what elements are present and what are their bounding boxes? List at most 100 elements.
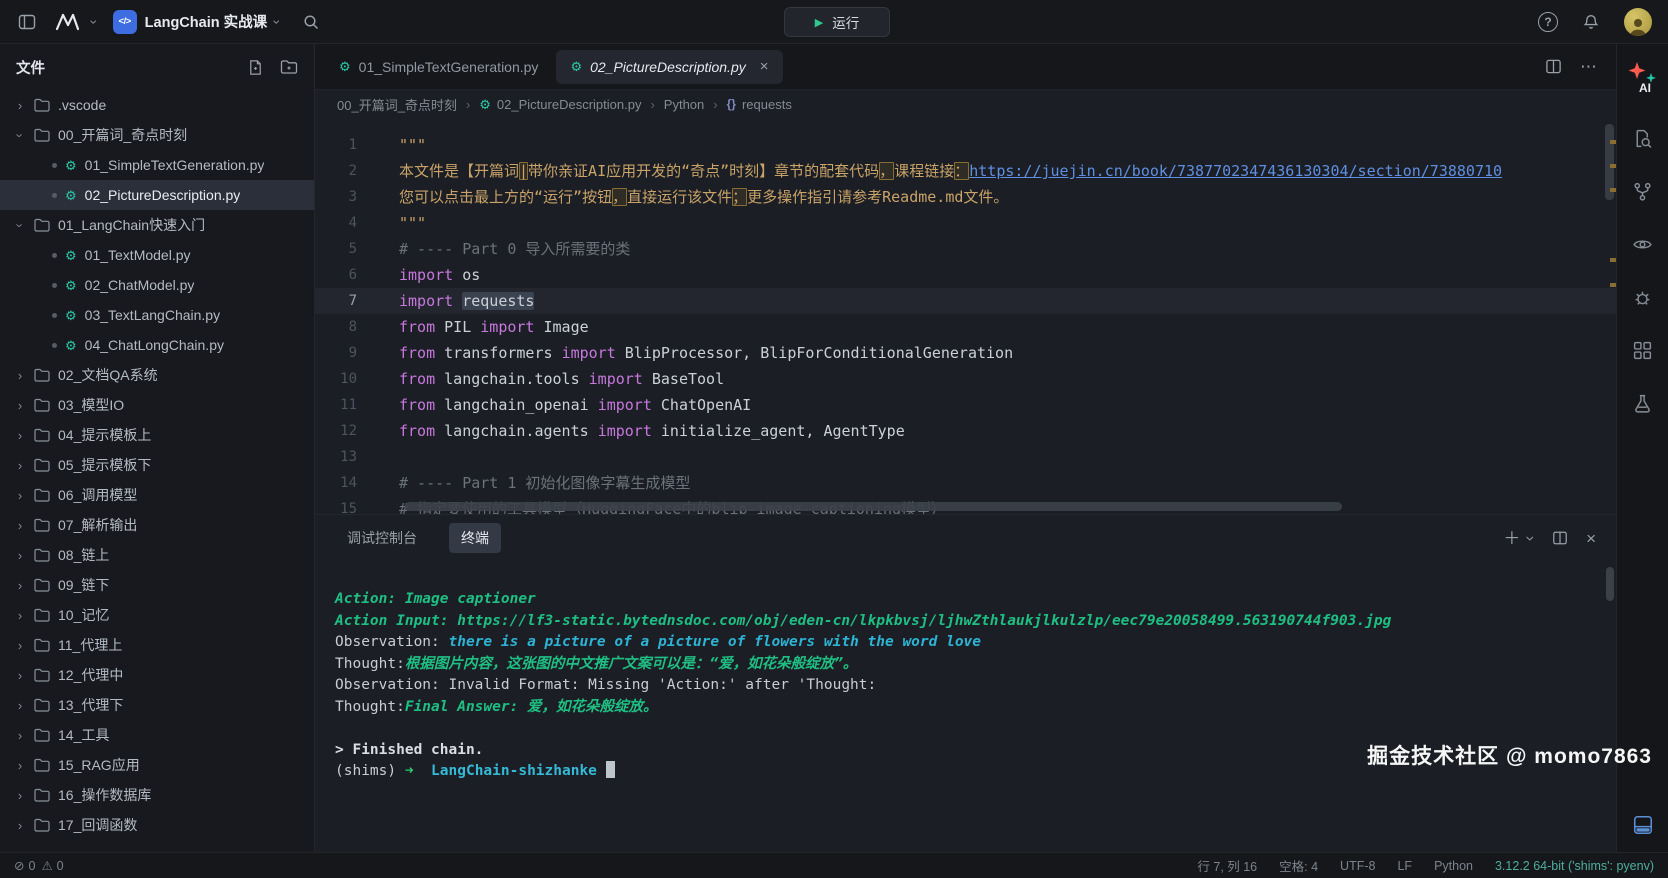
ai-assistant-icon[interactable]: AI [1625, 58, 1661, 98]
beaker-icon[interactable] [1630, 390, 1656, 416]
statusbar-item[interactable]: 行 7, 列 16 [1197, 856, 1257, 875]
warning-indicator[interactable]: ⚠ 0 [41, 858, 63, 873]
search-icon[interactable] [296, 7, 326, 37]
python-icon: ⚙ [65, 279, 77, 292]
folder-icon [34, 398, 50, 412]
tree-item-folder[interactable]: ›08_链上 [0, 540, 314, 570]
git-fork-icon[interactable] [1630, 178, 1656, 204]
code-line[interactable]: 1""" [315, 132, 1616, 158]
more-actions-icon[interactable]: ⋯ [1580, 57, 1598, 77]
code-line[interactable]: 8from PIL import Image [315, 314, 1616, 340]
terminal[interactable]: Action: Image captionerAction Input: htt… [315, 561, 1616, 852]
folder-icon [34, 638, 50, 652]
terminal-line: Action: Image captioner [335, 589, 1596, 611]
statusbar-item[interactable]: Python [1434, 859, 1473, 873]
statusbar-item[interactable]: UTF-8 [1340, 859, 1375, 873]
workspace-switcher[interactable]: </> LangChain 实战课 › [107, 6, 286, 38]
tree-item-label: 03_TextLangChain.py [85, 307, 220, 323]
tree-item-folder[interactable]: ›.vscode [0, 90, 314, 120]
bell-icon[interactable] [1576, 7, 1606, 37]
code-token: ChatOpenAI [652, 396, 751, 414]
code-line[interactable]: 3您可以点击最上方的“运行”按钮，直接运行该文件；更多操作指引请参考Readme… [315, 184, 1616, 210]
chevron-down-icon[interactable]: › [87, 19, 101, 24]
code-line[interactable]: 7import requests [315, 288, 1616, 314]
tree-item-folder[interactable]: ›14_工具 [0, 720, 314, 750]
problems-summary[interactable]: ⊘ 0 ⚠ 0 [14, 858, 64, 873]
tree-item-folder[interactable]: ›10_记忆 [0, 600, 314, 630]
tree-item-folder[interactable]: ›00_开篇词_奇点时刻 [0, 120, 314, 150]
statusbar-item[interactable]: 3.12.2 64-bit ('shims': pyenv) [1495, 859, 1654, 873]
tree-item-folder[interactable]: ›12_代理中 [0, 660, 314, 690]
code-line[interactable]: 13 [315, 444, 1616, 470]
code-line[interactable]: 4""" [315, 210, 1616, 236]
tree-item-folder[interactable]: ›04_提示模板上 [0, 420, 314, 450]
editor-tab[interactable]: ⚙02_PictureDescription.py× [556, 50, 782, 84]
editor-horizontal-scrollbar[interactable] [405, 502, 1342, 511]
help-icon[interactable]: ? [1538, 12, 1558, 32]
code-line[interactable]: 10from langchain.tools import BaseTool [315, 366, 1616, 392]
tree-item-folder[interactable]: ›06_调用模型 [0, 480, 314, 510]
new-file-icon[interactable] [247, 59, 264, 76]
terminal-scrollbar[interactable] [1606, 567, 1614, 601]
chevron-down-icon[interactable]: › [1523, 535, 1540, 541]
panel-tab[interactable]: 调试控制台 [335, 523, 429, 553]
code-token: os [453, 266, 480, 284]
editor-tab[interactable]: ⚙01_SimpleTextGeneration.py [325, 50, 552, 84]
code-editor[interactable]: 1"""2本文件是【开篇词|带你亲证AI应用开发的“奇点”时刻】章节的配套代码，… [315, 118, 1616, 514]
tree-item-folder[interactable]: ›11_代理上 [0, 630, 314, 660]
line-number: 15 [315, 496, 381, 514]
code-line[interactable]: 12from langchain.agents import initializ… [315, 418, 1616, 444]
tree-item-folder[interactable]: ›09_链下 [0, 570, 314, 600]
tree-item-folder[interactable]: ›02_文档QA系统 [0, 360, 314, 390]
statusbar-item[interactable]: 空格: 4 [1279, 856, 1318, 875]
tree-item-folder[interactable]: ›07_解析输出 [0, 510, 314, 540]
tree-item-folder[interactable]: ›17_回调函数 [0, 810, 314, 840]
app-logo-icon[interactable] [52, 7, 82, 37]
code-text: from transformers import BlipProcessor, … [399, 340, 1013, 366]
tree-item-file[interactable]: ⚙02_PictureDescription.py [0, 180, 314, 210]
panel-tab[interactable]: 终端 [449, 523, 501, 553]
tree-item-folder[interactable]: ›03_模型IO [0, 390, 314, 420]
sidebar-toggle-icon[interactable] [12, 7, 42, 37]
file-search-icon[interactable] [1630, 125, 1656, 151]
split-panel-icon[interactable] [1552, 530, 1568, 546]
eye-icon[interactable] [1630, 231, 1656, 257]
tree-item-label: 17_回调函数 [58, 815, 137, 835]
new-folder-icon[interactable] [280, 59, 298, 76]
breadcrumb-item[interactable]: ⚙02_PictureDescription.py [479, 97, 641, 112]
tree-item-file[interactable]: ⚙01_TextModel.py [0, 240, 314, 270]
breadcrumb-item[interactable]: 00_开篇词_奇点时刻 [337, 95, 457, 114]
user-avatar[interactable] [1624, 8, 1652, 36]
tree-item-label: 05_提示模板下 [58, 455, 151, 475]
new-terminal-icon[interactable]: ＋ [1503, 530, 1520, 547]
split-editor-icon[interactable] [1545, 58, 1562, 75]
close-icon[interactable]: × [760, 58, 769, 75]
code-token: ； [732, 188, 747, 206]
code-line[interactable]: 2本文件是【开篇词|带你亲证AI应用开发的“奇点”时刻】章节的配套代码，课程链接… [315, 158, 1616, 184]
breadcrumb-item[interactable]: Python [664, 97, 704, 112]
tree-item-file[interactable]: ⚙01_SimpleTextGeneration.py [0, 150, 314, 180]
bug-icon[interactable] [1630, 284, 1656, 310]
tree-item-folder[interactable]: ›16_操作数据库 [0, 780, 314, 810]
tree-item-folder[interactable]: ›01_LangChain快速入门 [0, 210, 314, 240]
error-indicator[interactable]: ⊘ 0 [14, 858, 35, 873]
code-line[interactable]: 14# ---- Part 1 初始化图像字幕生成模型 [315, 470, 1616, 496]
code-line[interactable]: 6import os [315, 262, 1616, 288]
close-panel-icon[interactable]: × [1586, 530, 1596, 547]
code-line[interactable]: 5# ---- Part 0 导入所需要的类 [315, 236, 1616, 262]
tree-item-file[interactable]: ⚙03_TextLangChain.py [0, 300, 314, 330]
tree-item-file[interactable]: ⚙04_ChatLongChain.py [0, 330, 314, 360]
chevron-right-icon: › [14, 428, 26, 443]
code-line[interactable]: 9from transformers import BlipProcessor,… [315, 340, 1616, 366]
breadcrumb-item[interactable]: {}requests [727, 97, 792, 112]
tree-item-folder[interactable]: ›13_代理下 [0, 690, 314, 720]
panel-layout-icon[interactable] [1630, 812, 1656, 838]
run-button[interactable]: ▶ 运行 [784, 7, 890, 37]
extensions-icon[interactable] [1630, 337, 1656, 363]
statusbar-item[interactable]: LF [1397, 859, 1412, 873]
code-link[interactable]: https://juejin.cn/book/73877023474361303… [969, 162, 1502, 180]
tree-item-file[interactable]: ⚙02_ChatModel.py [0, 270, 314, 300]
tree-item-folder[interactable]: ›15_RAG应用 [0, 750, 314, 780]
tree-item-folder[interactable]: ›05_提示模板下 [0, 450, 314, 480]
code-line[interactable]: 11from langchain_openai import ChatOpenA… [315, 392, 1616, 418]
